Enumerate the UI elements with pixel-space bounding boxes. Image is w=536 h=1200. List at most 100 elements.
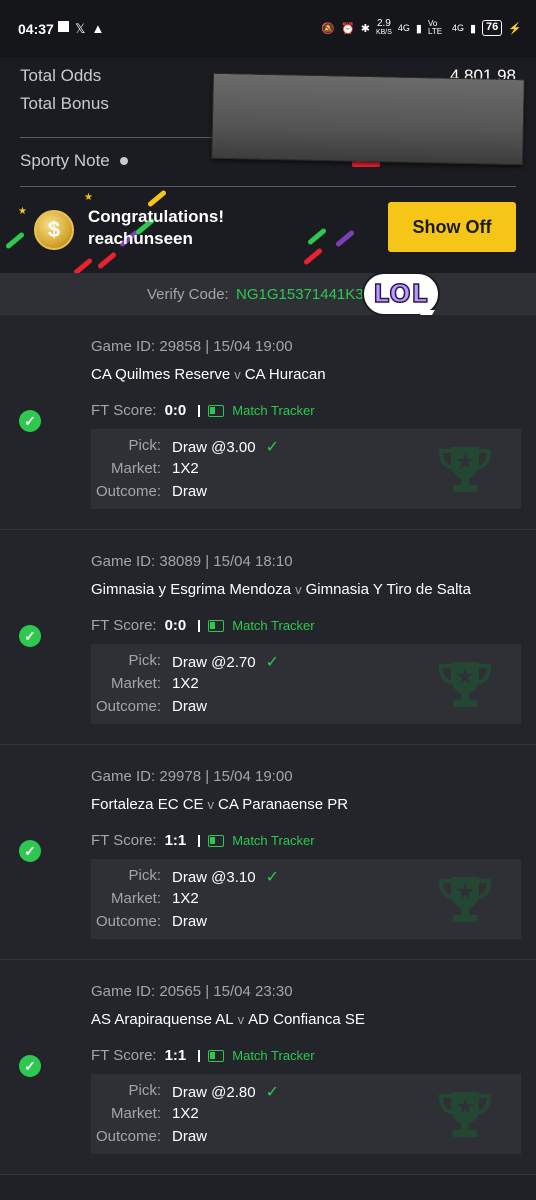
outcome-value: Draw — [172, 1128, 208, 1145]
match-teams[interactable]: Gimnasia y Esgrima Mendoza v Gimnasia Y Ti… — [91, 581, 471, 598]
match-teams[interactable]: Fortaleza EC CE v CA Paranaense PR — [91, 796, 348, 813]
match-tracker-icon[interactable] — [208, 834, 225, 847]
mute-icon: 🔕 — [321, 22, 336, 35]
market-value: 1X2 — [172, 460, 199, 477]
info-icon[interactable] — [119, 156, 128, 165]
pick-value-row: Draw @3.00 ✓ — [172, 437, 279, 457]
match-tracker-icon[interactable] — [208, 404, 225, 417]
match-tracker-icon[interactable] — [208, 619, 225, 632]
market-label: Market: — [110, 460, 161, 477]
verify-code-value[interactable]: NG1G15371441K3 — [236, 286, 364, 303]
game-card: ✓ Game ID: 38089 | 15/04 18:10 Gimnasia y … — [0, 530, 536, 745]
congrats-text: Congratulations! reachunseen — [88, 206, 224, 250]
pick-correct-icon: ✓ — [265, 1084, 279, 1101]
star-icon: ★ — [18, 206, 27, 217]
ft-score-value: 1:1 — [164, 1047, 187, 1064]
pick-correct-icon: ✓ — [265, 654, 279, 671]
outcome-value: Draw — [172, 698, 208, 715]
match-teams[interactable]: CA Quilmes Reserve v CA Huracan — [91, 366, 326, 383]
market-value: 1X2 — [172, 1105, 199, 1122]
notification-icons: 𝕏 ▲ — [58, 21, 104, 37]
pick-details: Pick: Draw @2.70 ✓ Market: 1X2 Outcome: Draw — [91, 644, 521, 724]
trophy-icon — [438, 447, 492, 492]
congrats-banner: ★ ★ $ Congratulations! reachunseen Show … — [0, 188, 536, 276]
pick-details: Pick: Draw @3.00 ✓ Market: 1X2 Outcome: Draw — [91, 429, 521, 509]
sporty-note-row[interactable]: Sporty Note — [20, 151, 128, 171]
ft-score-row: FT Score: 1:1 Match Tracker — [91, 1047, 315, 1064]
market-value: 1X2 — [172, 675, 199, 692]
verify-code-label: Verify Code: — [147, 286, 229, 303]
congrats-title: Congratulations! — [88, 207, 224, 226]
ft-score-label: FT Score: — [91, 402, 157, 419]
trophy-icon — [438, 662, 492, 707]
pick-label: Pick: — [128, 437, 161, 454]
gallery-icon: ▲ — [91, 21, 105, 36]
ft-score-value: 0:0 — [164, 617, 187, 634]
match-tracker-link[interactable]: Match Tracker — [232, 618, 314, 633]
signal-bars-icon-2: ▮ — [469, 22, 477, 35]
divider — [20, 186, 516, 187]
won-check-icon: ✓ — [19, 840, 41, 862]
confetti — [334, 229, 356, 248]
pick-value: Draw @2.70 — [172, 654, 256, 671]
match-tracker-link[interactable]: Match Tracker — [232, 1048, 314, 1063]
away-team: CA Huracan — [244, 366, 326, 383]
market-label: Market: — [110, 890, 161, 907]
market-value: 1X2 — [172, 890, 199, 907]
pick-label: Pick: — [128, 1082, 161, 1099]
star-icon: ★ — [84, 192, 93, 203]
show-off-button[interactable]: Show Off — [388, 202, 516, 252]
game-card: ✓ Game ID: 29978 | 15/04 19:00 Fortaleza E… — [0, 745, 536, 960]
lol-sticker-text: LOL — [373, 278, 429, 309]
separator — [198, 404, 201, 417]
alarm-icon: ⏰ — [341, 22, 355, 35]
trophy-icon — [438, 877, 492, 922]
pick-details: Pick: Draw @3.10 ✓ Market: 1X2 Outcome: Draw — [91, 859, 521, 939]
game-id: Game ID: 38089 | 15/04 18:10 — [91, 553, 293, 570]
pick-correct-icon: ✓ — [265, 439, 279, 456]
confetti — [4, 231, 26, 250]
confetti — [302, 247, 324, 266]
outcome-label: Outcome: — [95, 483, 161, 500]
home-team: Gimnasia y Esgrima Mendoza — [91, 581, 292, 598]
ft-score-value: 1:1 — [164, 832, 187, 849]
market-label: Market: — [110, 1105, 161, 1122]
match-tracker-icon[interactable] — [208, 1049, 225, 1062]
home-team: CA Quilmes Reserve — [91, 366, 231, 383]
signal-icon-2: 4G — [451, 23, 464, 33]
net-speed: 2.9 KB/S — [376, 19, 392, 37]
net-speed-unit: KB/S — [375, 29, 392, 36]
net-speed-value: 2.9 — [376, 18, 391, 29]
outcome-label: Outcome: — [95, 698, 161, 715]
status-time: 04:37 — [18, 21, 54, 37]
pick-correct-icon: ✓ — [265, 869, 279, 886]
versus-separator: v — [237, 1012, 245, 1027]
pick-label: Pick: — [128, 867, 161, 884]
match-teams[interactable]: AS Arapiraquense AL v AD Confianca SE — [91, 1011, 365, 1028]
charging-icon: ⚡ — [508, 22, 522, 35]
confetti — [96, 251, 118, 270]
confetti — [306, 227, 328, 246]
separator — [198, 1049, 201, 1062]
pick-value-row: Draw @2.80 ✓ — [172, 1082, 279, 1102]
versus-separator: v — [295, 582, 302, 597]
away-team: AD Confianca SE — [248, 1011, 365, 1028]
outcome-label: Outcome: — [95, 1128, 161, 1145]
ft-score-row: FT Score: 0:0 Match Tracker — [91, 617, 315, 634]
match-tracker-link[interactable]: Match Tracker — [232, 403, 314, 418]
outcome-label: Outcome: — [95, 913, 161, 930]
coin-icon: $ — [34, 210, 74, 250]
away-team: CA Paranaense PR — [218, 796, 349, 813]
match-tracker-link[interactable]: Match Tracker — [232, 833, 314, 848]
won-check-icon: ✓ — [19, 410, 41, 432]
ft-score-label: FT Score: — [91, 832, 157, 849]
pick-value-row: Draw @2.70 ✓ — [172, 652, 279, 672]
game-id: Game ID: 29978 | 15/04 19:00 — [91, 768, 293, 785]
total-odds-label: Total Odds — [20, 66, 102, 85]
pick-value: Draw @2.80 — [172, 1084, 256, 1101]
won-check-icon: ✓ — [19, 1055, 41, 1077]
trophy-icon — [438, 1092, 492, 1137]
separator — [198, 619, 201, 632]
game-id: Game ID: 20565 | 15/04 23:30 — [91, 983, 293, 1000]
pick-value-row: Draw @3.10 ✓ — [172, 867, 279, 887]
